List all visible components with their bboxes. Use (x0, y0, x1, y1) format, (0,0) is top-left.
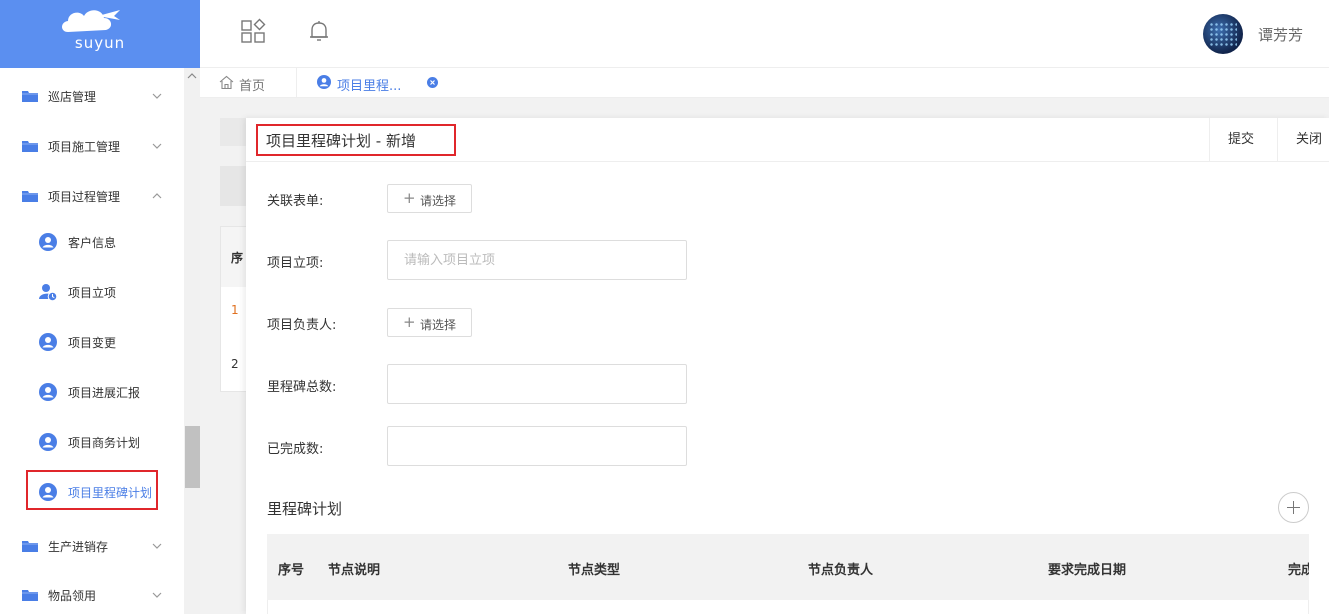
menu-label: 物品领用 (48, 588, 97, 603)
sidebar-scrollbar[interactable] (184, 68, 200, 614)
menu-production[interactable]: 生产进销存 (0, 526, 184, 566)
folder-icon (22, 590, 38, 601)
completed-count-input[interactable] (387, 426, 687, 466)
chevron-down-icon (152, 592, 162, 598)
plus-icon: + (403, 189, 416, 207)
user-circle-icon (39, 333, 57, 351)
folder-icon (22, 191, 38, 202)
column-header: 节点负责人 (808, 563, 874, 578)
section-title: 里程碑计划 (267, 500, 343, 518)
column-header: 完成 (1288, 563, 1309, 578)
dialog-header: 项目里程碑计划 - 新增 提交 关闭 (246, 118, 1329, 162)
sidebar-item-label: 项目立项 (68, 286, 117, 300)
add-row-button[interactable] (1278, 492, 1309, 523)
home-icon (219, 75, 234, 90)
close-icon[interactable] (427, 77, 438, 88)
chevron-down-icon (152, 93, 162, 99)
background-row-cell: 1 (231, 303, 239, 317)
tab-label: 项目里程... (337, 79, 402, 94)
menu-inspection[interactable]: 巡店管理 (0, 76, 184, 116)
menu-goods[interactable]: 物品领用 (0, 575, 184, 614)
folder-icon (22, 91, 38, 102)
menu-label: 巡店管理 (48, 89, 97, 104)
tab-milestone-plan[interactable]: 项目里程... (297, 68, 447, 98)
user-circle-icon (39, 383, 57, 401)
sidebar-item-project-change[interactable]: 项目变更 (0, 322, 184, 362)
related-form-label: 关联表单: (267, 194, 324, 209)
column-header: 要求完成日期 (1048, 563, 1127, 578)
dialog-title: 项目里程碑计划 - 新增 (266, 132, 416, 150)
project-approval-input[interactable] (387, 240, 687, 280)
user-circle-icon (39, 433, 57, 451)
menu-construction[interactable]: 项目施工管理 (0, 126, 184, 166)
menu-label: 项目施工管理 (48, 139, 121, 154)
scroll-up-arrow-icon[interactable] (184, 68, 200, 84)
user-name[interactable]: 谭芳芳 (1258, 24, 1303, 45)
chevron-down-icon (152, 543, 162, 549)
tab-bar: 首页 项目里程... (200, 68, 1329, 98)
user-clock-icon (39, 284, 57, 301)
tab-home[interactable]: 首页 (200, 68, 297, 98)
project-approval-label: 项目立项: (267, 256, 324, 271)
chevron-down-icon (152, 143, 162, 149)
select-button-label: 请选择 (420, 194, 457, 208)
sidebar-item-label: 项目商务计划 (68, 436, 141, 450)
milestone-table-header: 序号 节点说明 节点类型 节点负责人 要求完成日期 完成 (267, 534, 1309, 600)
user-circle-icon (317, 75, 331, 89)
scrollbar-thumb[interactable] (185, 426, 200, 488)
column-header: 节点说明 (328, 563, 381, 578)
project-owner-label: 项目负责人: (267, 318, 337, 333)
folder-icon (22, 141, 38, 152)
sidebar-item-label: 项目进展汇报 (68, 386, 141, 400)
bell-icon[interactable] (306, 18, 332, 44)
apps-grid-icon[interactable] (240, 18, 266, 44)
table-row (267, 600, 1309, 614)
column-header: 序号 (278, 563, 305, 578)
top-header (200, 0, 1329, 68)
sidebar-item-project-approval[interactable]: 项目立项 (0, 272, 184, 312)
close-button[interactable]: 关闭 (1277, 118, 1329, 162)
menu-process[interactable]: 项目过程管理 (0, 176, 184, 216)
brand-name: suyun (74, 34, 126, 52)
select-button-label: 请选择 (420, 318, 457, 332)
user-avatar[interactable] (1203, 14, 1243, 54)
submit-button[interactable]: 提交 (1209, 118, 1278, 162)
add-dialog: 项目里程碑计划 - 新增 提交 关闭 关联表单: + 请选择 项目立项: 项目负… (246, 118, 1329, 614)
plus-icon: + (403, 313, 416, 331)
user-circle-icon (39, 233, 57, 251)
background-row-cell: 2 (231, 357, 239, 371)
milestone-total-input[interactable] (387, 364, 687, 404)
sidebar-item-label: 项目变更 (68, 336, 117, 350)
sidebar-item-business-plan[interactable]: 项目商务计划 (0, 422, 184, 462)
highlight-box (26, 470, 158, 510)
logo: suyun (0, 0, 200, 68)
project-owner-select-button[interactable]: + 请选择 (387, 308, 472, 337)
sidebar-item-progress-report[interactable]: 项目进展汇报 (0, 372, 184, 412)
sidebar-item-customer-info[interactable]: 客户信息 (0, 222, 184, 262)
folder-icon (22, 541, 38, 552)
milestone-total-label: 里程碑总数: (267, 380, 337, 395)
menu-label: 项目过程管理 (48, 189, 121, 204)
related-form-select-button[interactable]: + 请选择 (387, 184, 472, 213)
sidebar-item-label: 客户信息 (68, 236, 117, 250)
background-header-cell: 序 (231, 251, 244, 265)
completed-count-label: 已完成数: (267, 442, 324, 457)
menu-label: 生产进销存 (48, 539, 109, 554)
tab-label: 首页 (239, 79, 266, 94)
column-header: 节点类型 (568, 563, 621, 578)
chevron-up-icon (152, 193, 162, 199)
